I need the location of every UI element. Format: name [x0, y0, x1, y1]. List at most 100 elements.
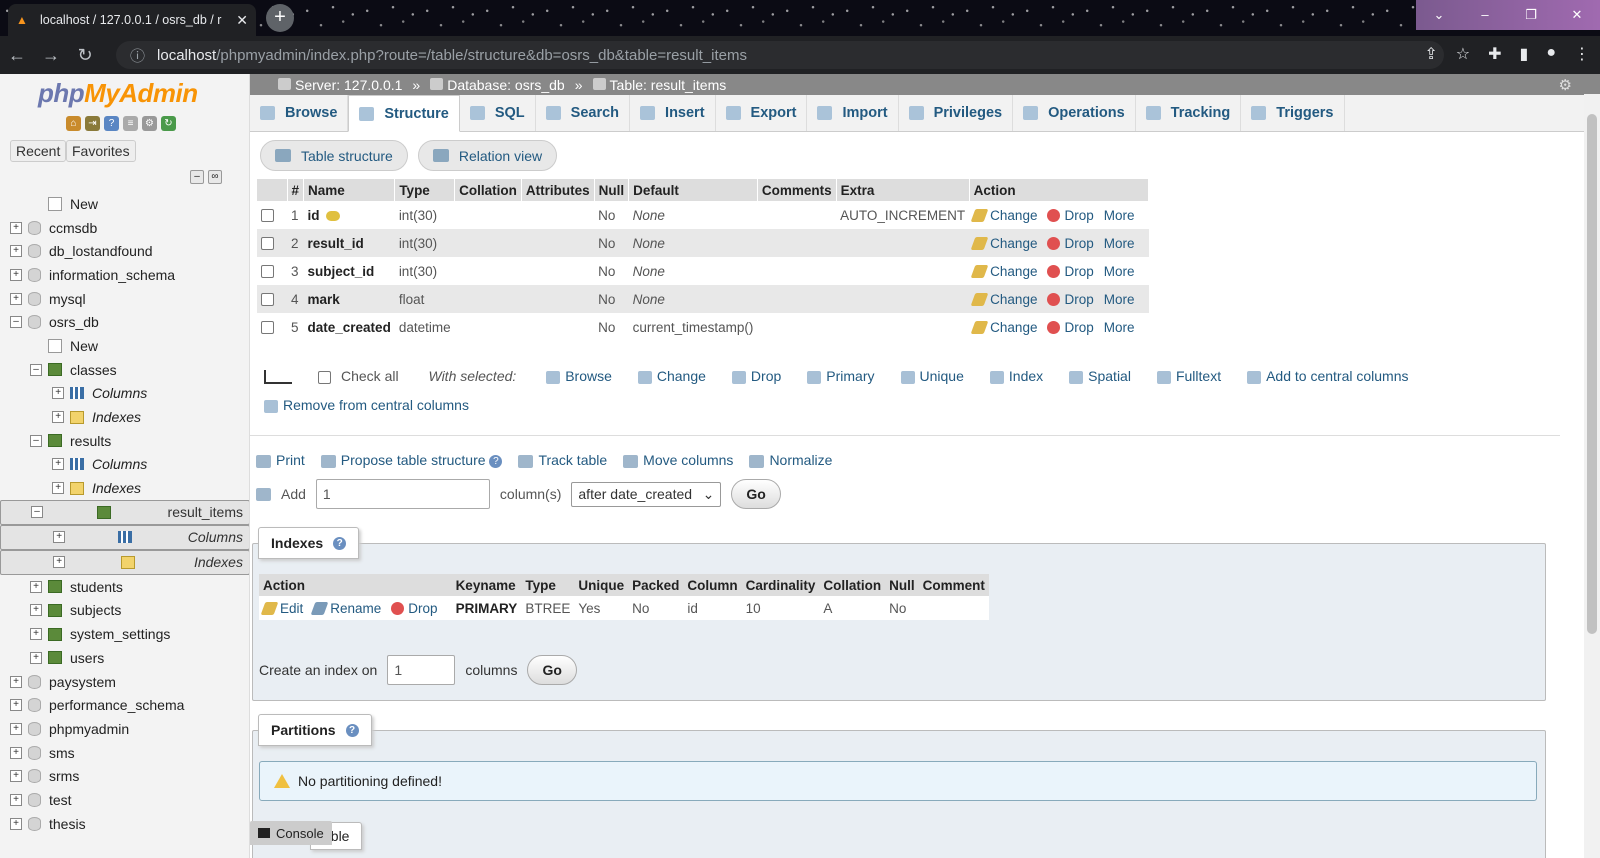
expand-icon[interactable]: + — [10, 675, 22, 688]
new-tab-button[interactable]: + — [266, 4, 294, 32]
expand-icon[interactable]: + — [52, 411, 64, 424]
tree-item[interactable]: + Indexes — [0, 476, 249, 500]
tab-operations[interactable]: Operations — [1013, 95, 1136, 131]
tree-item[interactable]: + phpmyadmin — [0, 717, 249, 741]
add-column-position-select[interactable]: after date_created ⌄ — [571, 481, 722, 507]
tab-triggers[interactable]: Triggers — [1241, 95, 1345, 131]
breadcrumb-table[interactable]: Table: result_items — [610, 77, 727, 93]
expand-icon[interactable]: + — [10, 268, 22, 281]
expand-icon[interactable]: + — [30, 651, 42, 664]
sidepanel-icon[interactable]: ▮ — [1520, 44, 1529, 64]
back-icon[interactable]: ← — [0, 45, 34, 66]
tree-item[interactable]: + students — [0, 575, 249, 599]
scrollbar-thumb[interactable] — [1587, 114, 1597, 634]
gear-icon[interactable]: ⚙ — [1559, 76, 1572, 94]
help-icon[interactable]: ? — [345, 723, 359, 737]
drop-button[interactable]: Drop — [1047, 264, 1094, 279]
favorites-button[interactable]: Favorites — [66, 140, 136, 162]
chevron-down-icon[interactable]: ⌄ — [1416, 0, 1462, 30]
expand-icon[interactable]: + — [10, 746, 22, 759]
drop-button[interactable]: Drop — [1047, 320, 1094, 335]
menu-icon[interactable]: ⋮ — [1574, 44, 1590, 64]
change-button[interactable]: Change — [970, 320, 1037, 335]
collapse-icon[interactable]: – — [31, 506, 43, 519]
tab-table-structure[interactable]: Table structure — [260, 140, 408, 171]
minimize-icon[interactable]: – — [1462, 0, 1508, 30]
more-button[interactable]: More — [1104, 236, 1135, 251]
tree-item[interactable]: + information_schema — [0, 263, 249, 287]
with-selected-browse[interactable]: Browse — [546, 362, 612, 391]
tab-search[interactable]: Search — [536, 95, 631, 131]
tab-structure[interactable]: Structure — [348, 95, 460, 132]
row-checkbox[interactable] — [261, 321, 274, 335]
tree-item[interactable]: + test — [0, 788, 249, 812]
tab-import[interactable]: Import — [807, 95, 899, 131]
check-all-checkbox[interactable] — [318, 370, 331, 384]
home-icon[interactable]: ⌂ — [66, 116, 81, 131]
restore-icon[interactable]: ❐ — [1508, 0, 1554, 30]
with-selected-index[interactable]: Index — [989, 362, 1043, 391]
create-index-count-input[interactable]: 1 — [387, 655, 456, 685]
expand-icon[interactable]: + — [53, 556, 65, 569]
change-button[interactable]: Change — [970, 208, 1037, 223]
expand-icon[interactable]: + — [30, 580, 42, 593]
tree-item[interactable]: + thesis — [0, 812, 249, 836]
collapse-icon[interactable]: – — [30, 363, 42, 376]
expand-icon[interactable]: + — [10, 770, 22, 783]
collapse-icon[interactable]: – — [10, 316, 22, 329]
close-tab-icon[interactable]: ✕ — [236, 12, 248, 29]
tree-item[interactable]: + mysql — [0, 287, 249, 311]
expand-icon[interactable]: + — [53, 531, 65, 544]
collapse-icon[interactable]: – — [30, 434, 42, 447]
docs-icon[interactable]: ≡ — [123, 116, 138, 131]
with-selected-change[interactable]: Change — [637, 362, 706, 391]
link-icon[interactable]: ∞ — [208, 170, 222, 184]
tree-item[interactable]: – result_items — [0, 499, 249, 525]
profile-icon[interactable]: ● — [1546, 44, 1556, 64]
with-selected-unique[interactable]: Unique — [900, 362, 964, 391]
expand-icon[interactable]: + — [10, 722, 22, 735]
expand-icon[interactable]: + — [10, 221, 22, 234]
tree-item[interactable]: – classes — [0, 358, 249, 382]
reload-icon[interactable]: ↻ — [68, 45, 102, 66]
with-selected-drop[interactable]: Drop — [731, 362, 781, 391]
row-checkbox[interactable] — [261, 293, 274, 307]
row-checkbox[interactable] — [261, 237, 274, 251]
drop-index-button[interactable]: Drop — [391, 601, 438, 616]
print-link[interactable]: Print — [256, 452, 305, 468]
tree-item[interactable]: + Columns — [0, 453, 249, 477]
edit-index-button[interactable]: Edit — [260, 601, 303, 616]
tree-item[interactable]: + db_lostandfound — [0, 239, 249, 263]
change-button[interactable]: Change — [970, 292, 1037, 307]
more-button[interactable]: More — [1104, 320, 1135, 335]
help-icon[interactable]: ? — [333, 536, 347, 550]
scrollbar[interactable] — [1584, 94, 1600, 858]
settings-icon[interactable]: ⚙ — [142, 116, 157, 131]
tab-export[interactable]: Export — [716, 95, 808, 131]
expand-icon[interactable]: + — [10, 292, 22, 305]
more-button[interactable]: More — [1104, 292, 1135, 307]
breadcrumb-database[interactable]: Database: osrs_db — [447, 77, 565, 93]
tab-relation-view[interactable]: Relation view — [417, 140, 558, 171]
expand-icon[interactable]: + — [10, 817, 22, 830]
url-field[interactable]: ⓘ localhost/phpmyadmin/index.php?route=/… — [116, 41, 1444, 69]
recent-button[interactable]: Recent — [10, 140, 67, 162]
with-selected-fulltext[interactable]: Fulltext — [1156, 362, 1221, 391]
row-checkbox[interactable] — [261, 265, 274, 279]
tab-sql[interactable]: SQL — [460, 95, 536, 131]
drop-button[interactable]: Drop — [1047, 236, 1094, 251]
expand-icon[interactable]: + — [30, 628, 42, 641]
tab-browse[interactable]: Browse — [250, 95, 349, 131]
tree-item[interactable]: + users — [0, 646, 249, 670]
expand-icon[interactable]: + — [52, 458, 64, 471]
tree-item[interactable]: + Columns — [0, 524, 249, 550]
tree-item[interactable]: + system_settings — [0, 622, 249, 646]
drop-button[interactable]: Drop — [1047, 292, 1094, 307]
star-icon[interactable]: ☆ — [1456, 44, 1470, 64]
change-button[interactable]: Change — [970, 264, 1037, 279]
tree-item[interactable]: + Indexes — [0, 549, 249, 575]
tab-insert[interactable]: Insert — [630, 95, 716, 131]
more-button[interactable]: More — [1104, 264, 1135, 279]
info-icon[interactable]: ⓘ — [130, 45, 145, 66]
tab-privileges[interactable]: Privileges — [899, 95, 1014, 131]
